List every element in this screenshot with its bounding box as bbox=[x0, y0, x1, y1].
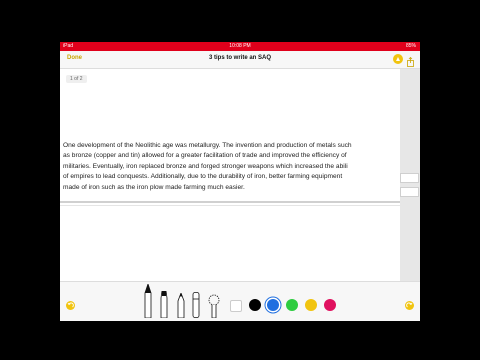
status-bar: iPad 10:08 PM 85% bbox=[60, 42, 420, 51]
pencil-tip-icon bbox=[396, 57, 400, 61]
text-line: militaries. Eventually, iron replaced br… bbox=[63, 162, 348, 170]
redo-icon bbox=[406, 302, 413, 308]
nav-bar: Done 3 tips to write an SAQ bbox=[60, 51, 420, 69]
redo-button[interactable] bbox=[405, 301, 414, 310]
page-indicator: 1 of 2 bbox=[66, 75, 87, 83]
marker-icon[interactable] bbox=[159, 291, 169, 318]
text-line: made of iron such as the iron plow made … bbox=[63, 183, 245, 191]
markup-button[interactable] bbox=[393, 54, 403, 64]
color-swatch-yellow[interactable] bbox=[305, 299, 317, 311]
text-line: of empires to lead conquests. Additional… bbox=[63, 173, 343, 181]
page-thumbnail[interactable] bbox=[400, 187, 419, 197]
color-swatch-red[interactable] bbox=[324, 299, 336, 311]
lasso-icon[interactable] bbox=[208, 294, 220, 318]
color-swatch-white[interactable] bbox=[230, 300, 242, 312]
pen-icon[interactable] bbox=[143, 284, 153, 318]
markup-toolbar bbox=[60, 281, 420, 321]
color-swatch-blue-selected[interactable] bbox=[267, 299, 279, 311]
color-swatch-green[interactable] bbox=[286, 299, 298, 311]
page-1: 1 of 2 One development of the Neolithic … bbox=[60, 69, 400, 203]
share-button[interactable] bbox=[407, 54, 414, 67]
undo-icon bbox=[67, 302, 74, 308]
battery-label: 85% bbox=[405, 43, 416, 49]
share-icon bbox=[407, 56, 414, 67]
color-swatch-black[interactable] bbox=[249, 299, 261, 311]
undo-button[interactable] bbox=[66, 301, 75, 310]
text-line: as bronze (copper and tin) allowed for a… bbox=[63, 152, 347, 160]
page-thumbnail-sidebar[interactable] bbox=[400, 69, 420, 281]
pencil-icon[interactable] bbox=[176, 293, 186, 318]
ipad-screen: iPad 10:08 PM 85% Done 3 tips to write a… bbox=[60, 42, 420, 321]
document-text: One development of the Neolithic age was… bbox=[63, 141, 408, 193]
status-time: 10:08 PM bbox=[229, 43, 251, 49]
document-title: 3 tips to write an SAQ bbox=[208, 55, 271, 61]
eraser-icon[interactable] bbox=[191, 292, 201, 318]
text-line: One development of the Neolithic age was… bbox=[63, 142, 352, 149]
page-thumbnail[interactable] bbox=[400, 173, 419, 183]
